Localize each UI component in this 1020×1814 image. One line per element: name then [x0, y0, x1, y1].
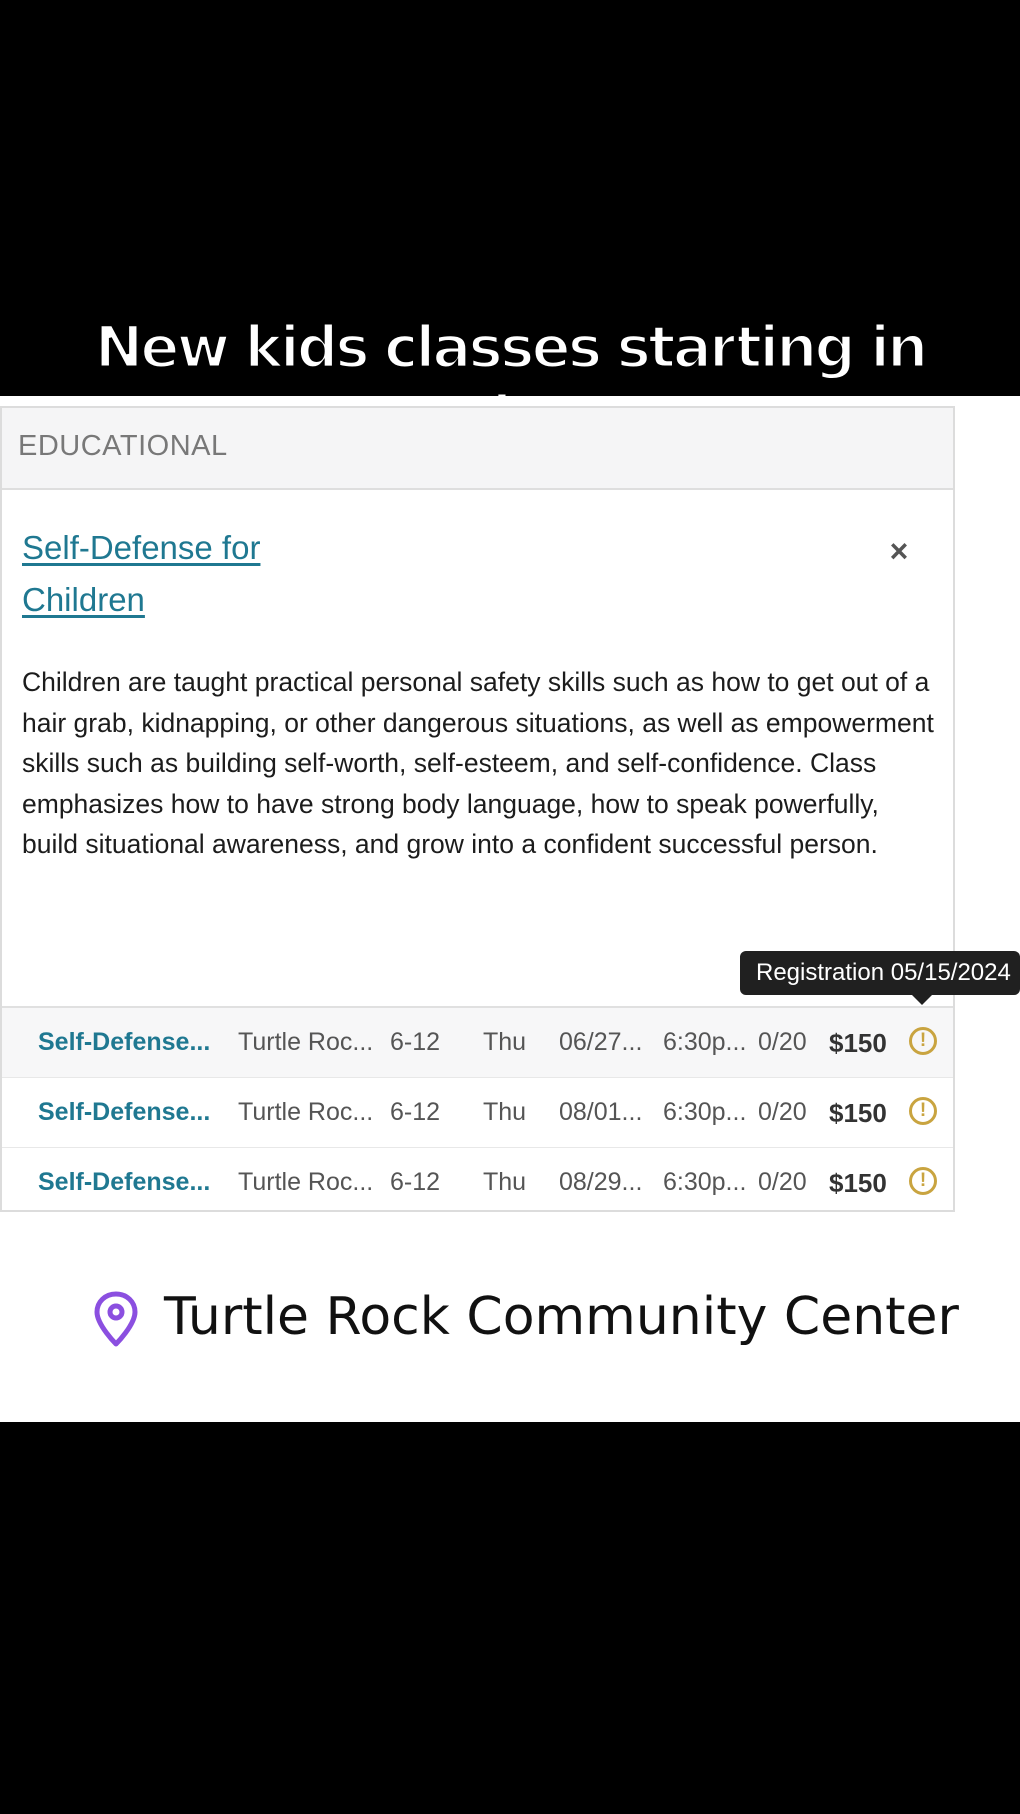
session-time: 6:30p... [663, 1168, 747, 1196]
session-time: 6:30p... [663, 1098, 747, 1126]
session-name-link[interactable]: Self-Defense... [38, 1168, 210, 1197]
alert-icon[interactable]: ! [909, 1027, 937, 1055]
session-ages: 6-12 [390, 1098, 441, 1126]
session-date: 08/29... [559, 1168, 643, 1196]
session-capacity: 0/20 [758, 1028, 807, 1056]
session-location: Turtle Roc... [238, 1098, 374, 1126]
session-table: Self-Defense... Turtle Roc... 6-12 Thu 0… [2, 1006, 953, 1217]
session-price: $150 [829, 1028, 887, 1058]
location-badge: Turtle Rock Community Center [70, 1262, 960, 1372]
session-date: 08/01... [559, 1098, 643, 1126]
session-date: 06/27... [559, 1028, 643, 1056]
session-name-link[interactable]: Self-Defense... [38, 1028, 210, 1057]
session-name-link[interactable]: Self-Defense... [38, 1098, 210, 1127]
session-location: Turtle Roc... [238, 1028, 374, 1056]
session-ages: 6-12 [390, 1168, 441, 1196]
session-price: $150 [829, 1098, 887, 1128]
session-location: Turtle Roc... [238, 1168, 374, 1196]
category-label: EDUCATIONAL [18, 430, 228, 462]
alert-icon[interactable]: ! [909, 1097, 937, 1125]
location-name: Turtle Rock Community Center [164, 1287, 959, 1347]
session-day: Thu [483, 1168, 527, 1196]
close-button[interactable]: × [884, 535, 914, 567]
session-capacity: 0/20 [758, 1098, 807, 1126]
session-price: $150 [829, 1168, 887, 1198]
registration-tooltip: Registration 05/15/2024 [740, 951, 1020, 1005]
session-row[interactable]: Self-Defense... Turtle Roc... 6-12 Thu 0… [2, 1006, 953, 1077]
session-capacity: 0/20 [758, 1168, 807, 1196]
session-day: Thu [483, 1028, 527, 1056]
session-row[interactable]: Self-Defense... Turtle Roc... 6-12 Thu 0… [2, 1147, 953, 1217]
map-pin-icon [94, 1291, 138, 1347]
alert-icon[interactable]: ! [909, 1167, 937, 1195]
class-title-link[interactable]: Self-Defense for Children [22, 522, 342, 626]
category-header: EDUCATIONAL [2, 408, 953, 490]
session-row[interactable]: Self-Defense... Turtle Roc... 6-12 Thu 0… [2, 1077, 953, 1147]
class-card: EDUCATIONAL Self-Defense for Children Ch… [0, 406, 955, 1212]
session-ages: 6-12 [390, 1028, 441, 1056]
session-time: 6:30p... [663, 1028, 747, 1056]
session-day: Thu [483, 1098, 527, 1126]
class-description: Children are taught practical personal s… [22, 667, 934, 859]
